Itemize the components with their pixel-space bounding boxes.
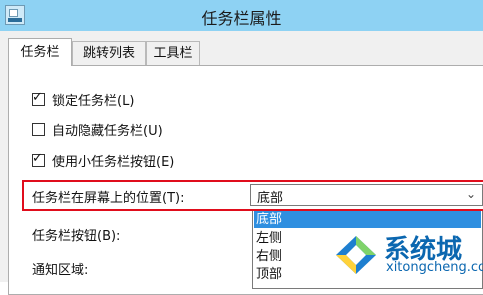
- highlight-box: [22, 180, 483, 211]
- watermark-url: xitongcheng.com: [386, 260, 483, 275]
- checkbox-box[interactable]: ✓: [32, 151, 45, 167]
- checkbox-label: 使用小任务栏按钮(E): [52, 154, 175, 170]
- check-icon: ✓: [32, 150, 43, 166]
- small-buttons-checkbox[interactable]: ✓ 使用小任务栏按钮(E): [32, 150, 174, 170]
- watermark: 系统城 xitongcheng.com: [330, 226, 483, 282]
- tab-jump-lists[interactable]: 跳转列表: [72, 41, 146, 65]
- title-bar: 任务栏属性: [0, 0, 483, 31]
- tab-label: 任务栏: [20, 45, 60, 60]
- notification-area-label: 通知区域:: [32, 263, 89, 278]
- xitongcheng-logo-icon: [332, 232, 380, 278]
- tab-label: 工具栏: [153, 46, 193, 61]
- tab-label: 跳转列表: [82, 46, 135, 61]
- checkbox-label: 锁定任务栏(L): [52, 93, 135, 109]
- checkbox-label: 自动隐藏任务栏(U): [52, 123, 163, 139]
- window-title: 任务栏属性: [201, 9, 282, 28]
- tab-taskbar[interactable]: 任务栏: [8, 38, 72, 66]
- taskbar-buttons-label: 任务栏按钮(B):: [32, 229, 121, 244]
- check-icon: ✓: [32, 89, 43, 105]
- checkbox-box[interactable]: [32, 122, 45, 136]
- tab-toolbars[interactable]: 工具栏: [146, 41, 200, 65]
- auto-hide-checkbox[interactable]: 自动隐藏任务栏(U): [32, 119, 163, 139]
- lock-taskbar-checkbox[interactable]: ✓ 锁定任务栏(L): [32, 89, 134, 109]
- checkbox-box[interactable]: ✓: [32, 90, 45, 106]
